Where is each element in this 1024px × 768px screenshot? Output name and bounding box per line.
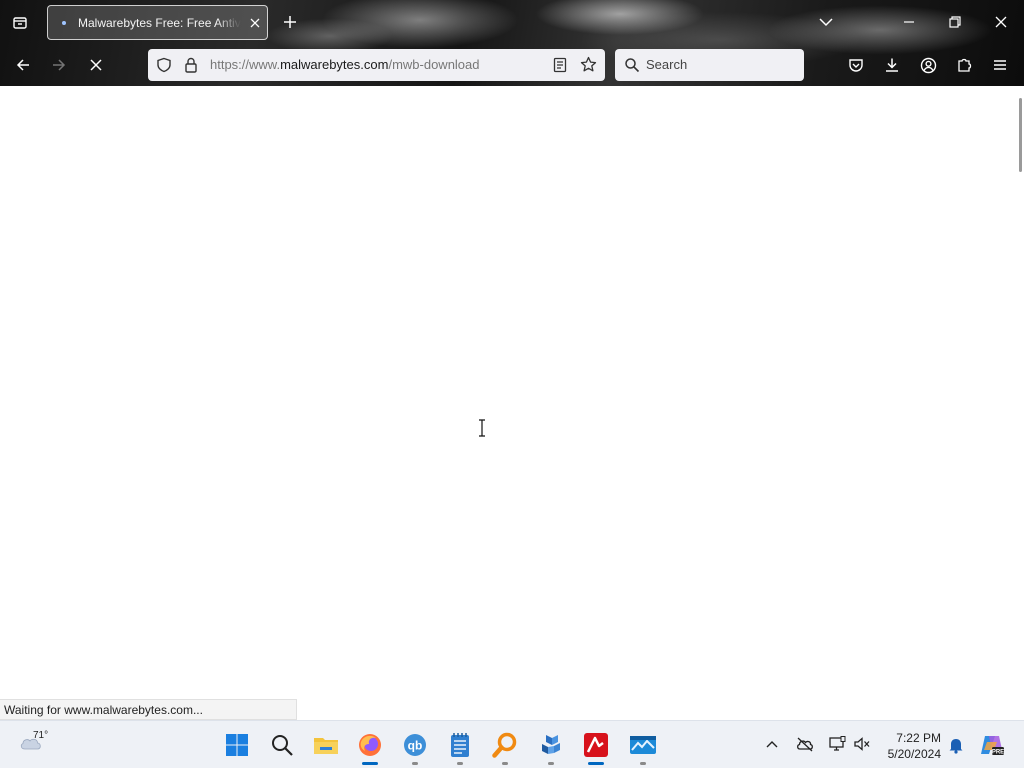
tab-title: Malwarebytes Free: Free Antivirus <box>78 15 241 30</box>
search-icon <box>272 735 293 756</box>
tracking-protection-shield-icon[interactable] <box>156 57 172 73</box>
firefox-taskbar-button[interactable] <box>355 729 385 765</box>
url-prefix: https://www. <box>210 57 281 72</box>
arrow-right-icon <box>53 59 66 71</box>
account-button[interactable] <box>918 55 938 75</box>
avira-button[interactable] <box>581 729 611 765</box>
close-window-button[interactable] <box>990 12 1012 32</box>
pocket-button[interactable] <box>846 55 866 75</box>
address-bar[interactable]: https://www.malwarebytes.com/mwb-downloa… <box>148 49 605 81</box>
tab-malwarebytes[interactable]: Malwarebytes Free: Free Antivirus <box>47 5 268 40</box>
volume-button[interactable] <box>852 734 872 754</box>
plus-icon <box>284 16 296 28</box>
app-menu-button[interactable] <box>990 55 1010 75</box>
tab-close-icon[interactable] <box>247 15 263 31</box>
onedrive-button[interactable] <box>795 734 815 754</box>
hamburger-menu-icon <box>994 60 1006 70</box>
page-content: Waiting for www.malwarebytes.com... <box>0 86 1024 720</box>
forward-button[interactable] <box>49 55 69 75</box>
windows-logo-icon <box>226 734 248 756</box>
list-all-tabs-button[interactable] <box>816 12 836 32</box>
tab-list-button[interactable] <box>10 13 30 33</box>
photos-button[interactable] <box>628 729 658 765</box>
photos-icon <box>630 736 656 754</box>
notepad-icon <box>451 733 469 757</box>
clock-date: 5/20/2024 <box>887 747 941 761</box>
svg-text:PRE: PRE <box>992 750 1004 756</box>
running-app-indicator <box>548 762 554 765</box>
download-icon <box>886 58 898 72</box>
notepad-button[interactable] <box>445 729 475 765</box>
speaker-muted-icon <box>854 737 870 751</box>
show-hidden-icons-button[interactable] <box>764 735 780 753</box>
blue-cubes-app-icon <box>542 735 560 754</box>
start-button[interactable] <box>222 729 252 761</box>
scrollbar-thumb[interactable] <box>1019 98 1022 172</box>
puzzle-icon <box>958 58 972 72</box>
network-button[interactable] <box>827 734 847 754</box>
text-cursor-icon <box>479 419 485 437</box>
cloud-offline-icon <box>797 737 813 752</box>
copilot-icon: PRE <box>981 736 1004 756</box>
qbittorrent-icon: qb <box>404 734 426 756</box>
back-button[interactable] <box>13 55 33 75</box>
clock[interactable]: 7:22 PM 5/20/2024 <box>888 730 941 762</box>
bookmark-star-icon[interactable] <box>580 56 597 73</box>
url-domain: malwarebytes.com <box>280 57 389 72</box>
clock-time: 7:22 PM <box>896 731 941 745</box>
copilot-button[interactable]: PRE <box>978 732 1006 758</box>
taskbar: 71° qb 7:22 PM 5/20/2024 PRE <box>0 720 1024 768</box>
svg-text:qb: qb <box>408 739 423 753</box>
vertical-scrollbar[interactable] <box>1016 86 1024 720</box>
running-app-indicator <box>457 762 463 765</box>
bell-icon <box>949 739 963 754</box>
minimize-icon <box>904 21 914 23</box>
arrow-left-icon <box>16 59 29 71</box>
pocket-icon <box>849 59 863 72</box>
running-app-indicator <box>640 762 646 765</box>
magnifier-app-icon <box>492 732 517 758</box>
search-bar[interactable]: Search <box>615 49 804 81</box>
restore-button[interactable] <box>944 12 966 32</box>
tab-strip: Malwarebytes Free: Free Antivirus <box>0 0 1024 44</box>
search-placeholder: Search <box>646 57 688 72</box>
active-app-indicator <box>362 762 378 765</box>
search-icon <box>625 58 640 73</box>
running-app-indicator <box>412 762 418 765</box>
lock-icon[interactable] <box>184 57 198 73</box>
restore-icon <box>949 16 961 28</box>
extensions-button[interactable] <box>954 55 974 75</box>
close-icon <box>995 16 1007 28</box>
browser-chrome: Malwarebytes Free: Free Antivirus <box>0 0 1024 86</box>
url-path: /mwb-download <box>388 57 480 72</box>
minimize-button[interactable] <box>898 12 920 32</box>
qbittorrent-button[interactable]: qb <box>400 729 430 765</box>
new-tab-button[interactable] <box>280 12 300 32</box>
running-app-indicator <box>502 762 508 765</box>
stop-icon <box>90 59 102 71</box>
weather-temperature: 71° <box>33 730 49 741</box>
account-icon <box>920 57 936 73</box>
navigation-toolbar: https://www.malwarebytes.com/mwb-downloa… <box>0 44 1024 86</box>
notifications-button[interactable] <box>946 735 966 755</box>
tab-list-icon <box>13 17 27 29</box>
network-monitor-icon <box>829 736 846 751</box>
chevron-up-icon <box>766 741 778 748</box>
chevron-down-icon <box>819 18 833 27</box>
status-panel: Waiting for www.malwarebytes.com... <box>0 699 297 720</box>
reader-view-icon[interactable] <box>553 57 567 73</box>
blue-app-button[interactable] <box>536 729 566 765</box>
url-text[interactable]: https://www.malwarebytes.com/mwb-downloa… <box>210 57 480 72</box>
firefox-icon <box>359 734 381 756</box>
downloads-button[interactable] <box>882 55 902 75</box>
search-tool-button[interactable] <box>490 729 520 765</box>
stop-loading-button[interactable] <box>86 55 106 75</box>
file-explorer-button[interactable] <box>311 729 341 761</box>
taskbar-search-button[interactable] <box>267 729 297 761</box>
avira-icon <box>584 733 608 757</box>
loading-favicon-icon <box>62 20 66 25</box>
active-app-indicator <box>588 762 604 765</box>
folder-icon <box>314 738 338 754</box>
